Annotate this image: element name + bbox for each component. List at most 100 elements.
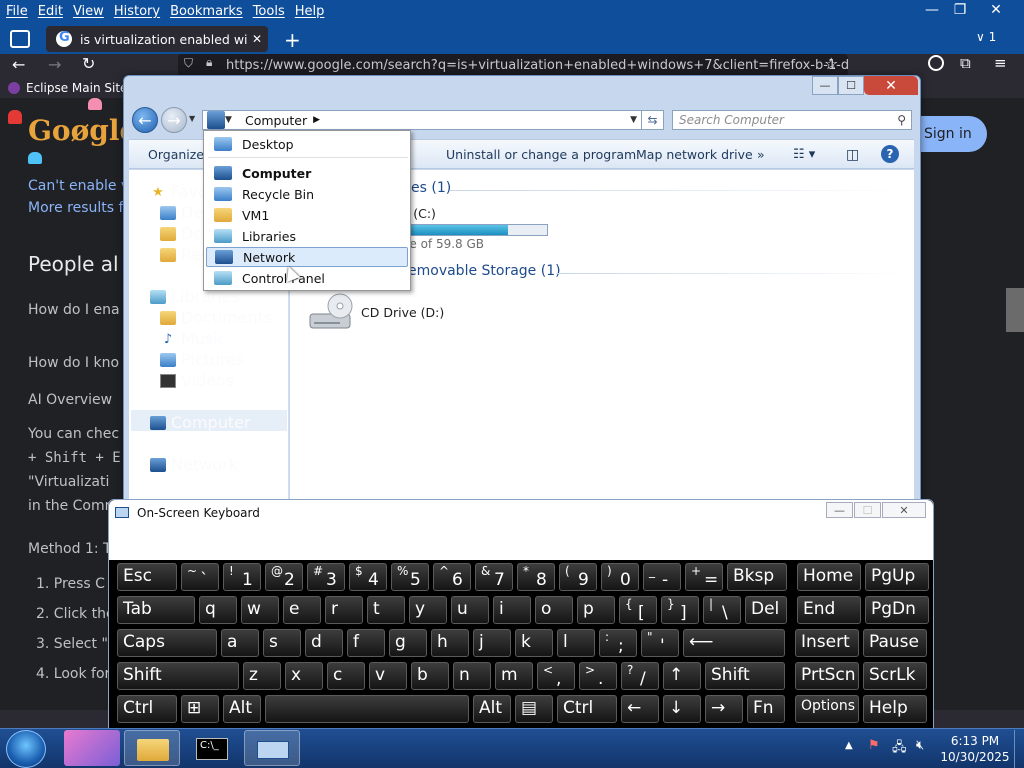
organize-button[interactable]: Organize — [148, 147, 204, 162]
osk-key-6[interactable]: ^ 6 — [433, 563, 471, 591]
osk-key-p[interactable]: p — [577, 596, 615, 624]
nav-videos[interactable]: Videos — [160, 371, 234, 390]
map-network-drive-button[interactable]: Map network drive — [636, 147, 753, 162]
preview-pane-icon[interactable]: ◫ — [846, 147, 859, 163]
menu-edit[interactable]: Edit — [33, 4, 68, 19]
osk-key-key4-8[interactable]: ↓ — [663, 695, 701, 723]
explorer-search-input[interactable]: Search Computer ⚲ — [672, 110, 912, 130]
page-scrollbar-thumb[interactable] — [1006, 288, 1024, 332]
nav-computer[interactable]: Computer — [150, 413, 251, 432]
osk-key-g[interactable]: g — [389, 629, 427, 657]
osk-key-e[interactable]: e — [283, 596, 321, 624]
tab-overview-icon[interactable] — [10, 30, 30, 48]
removable-group-header[interactable]: emovable Storage (1) — [408, 263, 561, 279]
address-bar[interactable]: ▼ Computer ▶ ▼ — [202, 110, 664, 130]
osk-key-c[interactable]: c — [327, 662, 365, 690]
osk-key-ctrl[interactable]: Ctrl — [557, 695, 617, 723]
osk-key-key3-9[interactable]: >. — [579, 662, 617, 690]
osk-minimize-button[interactable]: — — [826, 502, 853, 518]
osk-key-key2-10[interactable]: :; — [599, 629, 637, 657]
show-desktop-button[interactable] — [1014, 730, 1024, 768]
explorer-forward-button[interactable]: → — [161, 107, 187, 133]
osk-key-4[interactable]: $4 — [349, 563, 387, 591]
account-icon[interactable] — [928, 55, 944, 71]
nav-documents[interactable]: Documents — [160, 308, 272, 327]
osk-key-key3-10[interactable]: ? / — [621, 662, 659, 690]
tray-clock[interactable]: 6:13 PM 10/30/2025 — [940, 733, 1010, 765]
osk-title-bar[interactable]: On-Screen Keyboard — [109, 500, 933, 526]
osk-key-end[interactable]: End — [797, 596, 861, 624]
restore-window-button[interactable]: ❐ — [946, 0, 974, 20]
network-tray-icon[interactable]: 🖧︎ — [892, 738, 907, 760]
tab-list-button[interactable]: ∨ 1 — [976, 30, 996, 44]
nav-music[interactable]: ♪ Music — [160, 329, 227, 348]
osk-key-2[interactable]: @2 — [265, 563, 303, 591]
osk-key-key3-8[interactable]: <, — [537, 662, 575, 690]
menu-view[interactable]: View — [68, 4, 109, 19]
osk-key-key0-13[interactable]: + = — [685, 563, 723, 591]
osk-key-5[interactable]: % 5 — [391, 563, 429, 591]
google-text-line[interactable]: More results fr — [28, 200, 129, 216]
tracking-shield-icon[interactable]: ⛉ — [184, 56, 193, 71]
explorer-close-button[interactable]: ✕ — [864, 76, 918, 95]
osk-key-z[interactable]: z — [243, 662, 281, 690]
osk-key-h[interactable]: h — [431, 629, 469, 657]
osk-key-key3-11[interactable]: ↑ — [663, 662, 701, 690]
change-view-icon[interactable]: ☷ ▾ — [793, 147, 815, 162]
breadcrumb-menu-item-desktop[interactable]: Desktop — [206, 134, 408, 154]
osk-key-d[interactable]: d — [305, 629, 343, 657]
action-center-flag-icon[interactable]: ⚑ — [868, 738, 880, 753]
osk-key-pause[interactable]: Pause — [863, 629, 927, 657]
osk-key-v[interactable]: v — [369, 662, 407, 690]
osk-key-key4-7[interactable]: ← — [621, 695, 659, 723]
explorer-refresh-icon[interactable]: ⇆ — [641, 110, 663, 130]
forward-arrow-icon[interactable]: → — [48, 55, 61, 74]
breadcrumb-menu-item-control-panel[interactable]: Control Panel — [206, 268, 408, 288]
google-doodle-logo[interactable]: Goøgle — [28, 114, 137, 147]
purple-app-taskbar-icon[interactable] — [64, 730, 120, 766]
osk-key-options[interactable]: Options — [795, 695, 859, 723]
uninstall-program-button[interactable]: Uninstall or change a program — [446, 147, 636, 162]
osk-key-key1-11[interactable]: {[ — [619, 596, 657, 624]
osk-key-q[interactable]: q — [199, 596, 237, 624]
osk-key-space[interactable] — [265, 695, 469, 723]
new-tab-button[interactable]: + — [284, 28, 301, 52]
osk-key-shift[interactable]: Shift — [117, 662, 239, 690]
osk-key-scrlk[interactable]: ScrLk — [863, 662, 927, 690]
menu-file[interactable]: File — [0, 4, 33, 19]
osk-key-8[interactable]: * 8 — [517, 563, 555, 591]
osk-key-alt[interactable]: Alt — [223, 695, 261, 723]
show-hidden-icons-icon[interactable]: ▲ — [845, 740, 853, 751]
osk-key-b[interactable]: b — [411, 662, 449, 690]
osk-key-caps[interactable]: Caps — [117, 629, 217, 657]
nav-network[interactable]: Network — [150, 455, 238, 474]
osk-key-key1-13[interactable]: | \ — [703, 596, 741, 624]
menu-history[interactable]: History — [109, 4, 165, 19]
osk-key-ctrl[interactable]: Ctrl — [117, 695, 177, 723]
osk-key-pgup[interactable]: PgUp — [865, 563, 929, 591]
more-commands-button[interactable]: » — [757, 147, 765, 162]
recent-pages-dropdown-icon[interactable]: ▼ — [189, 114, 195, 123]
osk-key-key4-5[interactable]: ▤ — [515, 695, 553, 723]
help-icon[interactable]: ? — [881, 145, 899, 163]
osk-key-tab[interactable]: Tab — [117, 596, 195, 624]
osk-key-key4-9[interactable]: → — [705, 695, 743, 723]
breadcrumb-menu-item-computer[interactable]: Computer — [206, 163, 408, 183]
osk-close-button[interactable]: ✕ — [882, 502, 926, 518]
osk-key-9[interactable]: (9 — [559, 563, 597, 591]
explorer-back-button[interactable]: ← — [132, 107, 158, 133]
breadcrumb-dropdown-icon[interactable]: ▼ — [225, 115, 237, 125]
volume-muted-icon[interactable]: 🔇︎ — [916, 738, 924, 753]
file-explorer-taskbar-icon[interactable] — [124, 730, 180, 766]
cd-drive-label[interactable]: CD Drive (D:) — [361, 305, 444, 320]
osk-key-del[interactable]: Del — [745, 596, 787, 624]
hamburger-menu-icon[interactable]: ≡ — [994, 54, 1007, 72]
back-arrow-icon[interactable]: ← — [12, 55, 25, 74]
bookmark-eclipse[interactable]: Eclipse Main Site — [26, 81, 127, 95]
osk-key-s[interactable]: s — [263, 629, 301, 657]
osk-key-fn[interactable]: Fn — [747, 695, 785, 723]
nav-pictures[interactable]: Pictures — [160, 350, 244, 369]
osk-key-home[interactable]: Home — [797, 563, 861, 591]
browser-tab[interactable]: is virtualization enabled window ✕ — [46, 26, 268, 52]
search-icon[interactable]: ⚲ — [897, 113, 906, 127]
